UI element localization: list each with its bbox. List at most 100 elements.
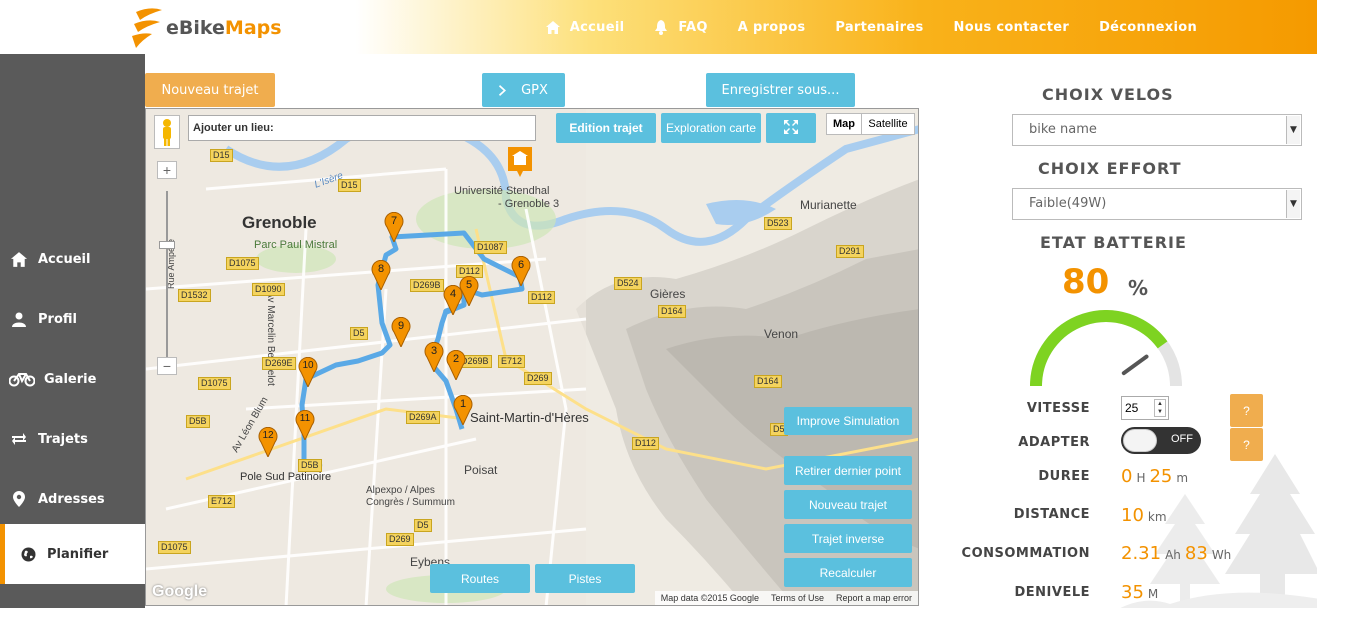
- route-marker-9[interactable]: 9: [391, 316, 411, 349]
- nav-deconnexion-label: Déconnexion: [1099, 19, 1197, 35]
- label-gieres: Gières: [650, 287, 686, 301]
- explore-map-mode-button[interactable]: Exploration carte: [661, 113, 761, 143]
- route-marker-7[interactable]: 7: [384, 211, 404, 244]
- recalculate-button[interactable]: Recalculer: [784, 558, 912, 587]
- zoom-slider-handle[interactable]: [159, 241, 175, 249]
- label-berthelot: Av Marcelin Berthelot: [265, 291, 276, 386]
- route-marker-10[interactable]: 10: [298, 356, 318, 389]
- nav-accueil[interactable]: Accueil: [545, 19, 625, 35]
- route-marker-12[interactable]: 12: [258, 426, 278, 459]
- home-icon: [8, 251, 30, 267]
- route-marker-5[interactable]: 5: [459, 275, 479, 308]
- road-badge: D5: [414, 519, 432, 532]
- new-trip-button[interactable]: Nouveau trajet: [145, 73, 275, 107]
- adapt-toggle[interactable]: OFF: [1121, 427, 1201, 454]
- edit-trip-label: Edition trajet: [569, 121, 643, 135]
- route-marker-6[interactable]: 6: [511, 255, 531, 288]
- zoom-slider-track[interactable]: [166, 191, 168, 359]
- recalculate-label: Recalculer: [819, 565, 877, 580]
- save-as-button[interactable]: Enregistrer sous...: [706, 73, 855, 107]
- road-badge: D1087: [474, 241, 507, 254]
- zoom-in-button[interactable]: +: [157, 161, 177, 179]
- zoom-out-button[interactable]: −: [157, 357, 177, 375]
- google-logo: Google: [152, 583, 208, 600]
- chevron-down-icon: ▼: [1286, 116, 1300, 144]
- duration-label: DUREE: [1038, 469, 1090, 484]
- logo[interactable]: eBikeMaps: [130, 5, 282, 51]
- nav-contact[interactable]: Nous contacter: [954, 20, 1070, 35]
- report-error-link[interactable]: Report a map error: [836, 593, 912, 603]
- map-pin-icon: [8, 491, 30, 507]
- map-new-trip-button[interactable]: Nouveau trajet: [784, 490, 912, 519]
- battery-gauge-needle: [1121, 354, 1149, 376]
- road-badge: D15: [338, 179, 361, 192]
- sidebar-item-galerie[interactable]: Galerie: [0, 349, 145, 409]
- adapt-help-button[interactable]: ?: [1230, 428, 1263, 461]
- sidebar-item-label: Accueil: [38, 251, 91, 267]
- road-badge: D269: [386, 533, 414, 546]
- sidebar-item-accueil[interactable]: Accueil: [0, 229, 145, 289]
- add-place-input[interactable]: Ajouter un lieu:: [188, 115, 536, 141]
- improve-simulation-label: Improve Simulation: [796, 414, 900, 428]
- speed-help-button[interactable]: ?: [1230, 394, 1263, 427]
- building-pin-icon[interactable]: [508, 147, 532, 177]
- route-marker-1[interactable]: 1: [453, 394, 473, 427]
- fullscreen-button[interactable]: [766, 113, 816, 143]
- consumption-value: 2.31 Ah 83 Wh: [1121, 543, 1235, 564]
- route-marker-11[interactable]: 11: [295, 409, 315, 442]
- road-badge: D1075: [226, 257, 259, 270]
- road-badge: D291: [836, 245, 864, 258]
- label-alpexpo-1: Alpexpo / Alpes: [366, 485, 435, 496]
- app-root: eBikeMaps Accueil FAQ A propos Partenair…: [0, 0, 1346, 636]
- nav-accueil-label: Accueil: [569, 19, 625, 35]
- nav-deconnexion[interactable]: Déconnexion: [1099, 20, 1197, 35]
- sidebar-item-label: Profil: [38, 311, 77, 327]
- bell-icon: [654, 19, 668, 35]
- improve-simulation-button[interactable]: Improve Simulation: [784, 407, 912, 435]
- gpx-button[interactable]: GPX: [482, 73, 565, 107]
- road-badge: D524: [614, 277, 642, 290]
- sidebar-item-profil[interactable]: Profil: [0, 289, 145, 349]
- nav-apropos[interactable]: A propos: [738, 20, 806, 35]
- speed-label: VITESSE: [1026, 401, 1090, 416]
- effort-select-value: Faible(49W): [1029, 196, 1107, 211]
- sidebar-item-trajets[interactable]: Trajets: [0, 409, 145, 469]
- routes-button[interactable]: Routes: [430, 564, 530, 593]
- route-marker-8[interactable]: 8: [371, 259, 391, 292]
- nav-partenaires[interactable]: Partenaires: [835, 20, 923, 35]
- map-attribution: Map data ©2015 Google Terms of Use Repor…: [654, 591, 918, 605]
- effort-select[interactable]: Faible(49W) ▼: [1012, 188, 1302, 220]
- sidebar-item-planifier[interactable]: Planifier: [0, 524, 145, 584]
- speed-input[interactable]: 25 ▲ ▼: [1121, 396, 1169, 420]
- edit-trip-mode-button[interactable]: Edition trajet: [556, 113, 656, 143]
- duration-minutes: 25: [1149, 466, 1173, 487]
- sidebar-item-adresses[interactable]: Adresses: [0, 469, 145, 529]
- routes-label: Routes: [460, 571, 500, 586]
- map-type-map-button[interactable]: Map: [826, 113, 862, 135]
- terms-link[interactable]: Terms of Use: [771, 593, 824, 603]
- route-marker-2[interactable]: 2: [446, 349, 466, 382]
- remove-last-point-label: Retirer dernier point: [794, 463, 902, 478]
- duration-hours: 0: [1121, 466, 1133, 487]
- road-badge: E712: [208, 495, 236, 508]
- marker-number: 5: [465, 279, 473, 291]
- spinner-icon[interactable]: ▲ ▼: [1154, 399, 1166, 417]
- map-type-satellite-button[interactable]: Satellite: [861, 113, 915, 135]
- bike-select[interactable]: bike name ▼: [1012, 114, 1302, 146]
- street-view-pegman-icon[interactable]: [154, 115, 180, 149]
- label-grenoble: Grenoble: [242, 213, 317, 232]
- home-icon: [545, 20, 560, 34]
- adapt-label: ADAPTER: [1018, 435, 1090, 450]
- label-universite-2: - Grenoble 3: [498, 198, 560, 210]
- route-marker-3[interactable]: 3: [424, 341, 444, 374]
- elevation-label: DENIVELE: [1014, 585, 1090, 600]
- battery-gauge: [1030, 310, 1182, 387]
- marker-number: 6: [517, 259, 525, 271]
- nav-faq[interactable]: FAQ: [654, 19, 707, 35]
- road-badge: D1532: [178, 289, 211, 302]
- chevron-down-icon: ▼: [1286, 190, 1300, 218]
- map-canvas[interactable]: Grenoble Parc Paul Mistral Université St…: [145, 108, 919, 606]
- pistes-button[interactable]: Pistes: [535, 564, 635, 593]
- remove-last-point-button[interactable]: Retirer dernier point: [784, 456, 912, 485]
- reverse-trip-button[interactable]: Trajet inverse: [784, 524, 912, 553]
